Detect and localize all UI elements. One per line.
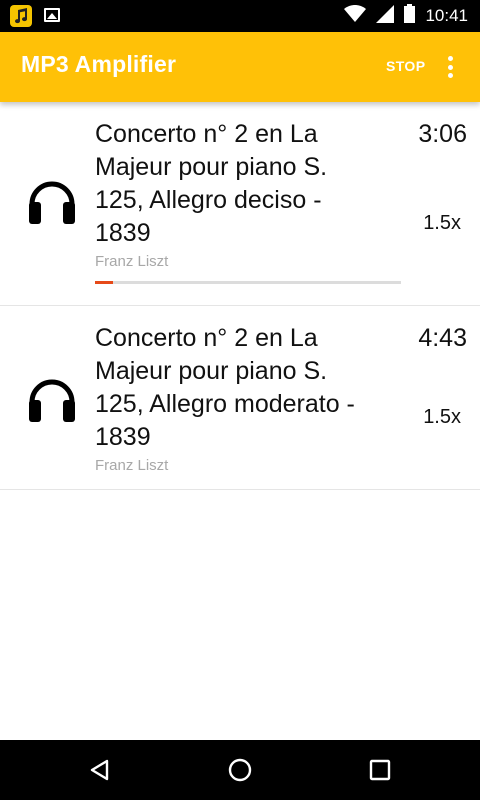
- image-icon: [44, 8, 60, 22]
- list-item[interactable]: Concerto n° 2 en La Majeur pour piano S.…: [0, 102, 480, 306]
- track-list: Concerto n° 2 en La Majeur pour piano S.…: [0, 102, 480, 490]
- progress-fill: [95, 281, 114, 284]
- app-title: MP3 Amplifier: [21, 51, 177, 77]
- back-icon[interactable]: [84, 754, 116, 786]
- music-note-icon: [10, 5, 32, 27]
- wifi-icon: [344, 4, 367, 28]
- speed-label[interactable]: 1.5x: [423, 406, 461, 429]
- stop-button[interactable]: STOP: [384, 56, 427, 76]
- battery-icon: [404, 4, 416, 28]
- track-artist: Franz Liszt: [95, 457, 169, 474]
- navigation-bar: [0, 740, 480, 800]
- track-duration: 4:43: [418, 324, 467, 352]
- cell-signal-icon: [376, 4, 395, 28]
- headphones-icon: [29, 181, 75, 224]
- app-bar: MP3 Amplifier STOP: [0, 32, 480, 102]
- track-artist: Franz Liszt: [95, 253, 169, 270]
- recents-icon[interactable]: [364, 754, 396, 786]
- track-title: Concerto n° 2 en La Majeur pour piano S.…: [95, 324, 355, 451]
- list-item[interactable]: Concerto n° 2 en La Majeur pour piano S.…: [0, 306, 480, 490]
- status-time: 10:41: [425, 6, 468, 25]
- progress-bar[interactable]: [95, 281, 401, 284]
- more-vert-icon[interactable]: [440, 53, 460, 81]
- speed-label[interactable]: 1.5x: [423, 212, 461, 235]
- status-bar: 10:41: [0, 0, 480, 32]
- track-title: Concerto n° 2 en La Majeur pour piano S.…: [95, 120, 328, 247]
- headphones-icon: [29, 379, 75, 422]
- track-duration: 3:06: [418, 120, 467, 148]
- home-icon[interactable]: [224, 754, 256, 786]
